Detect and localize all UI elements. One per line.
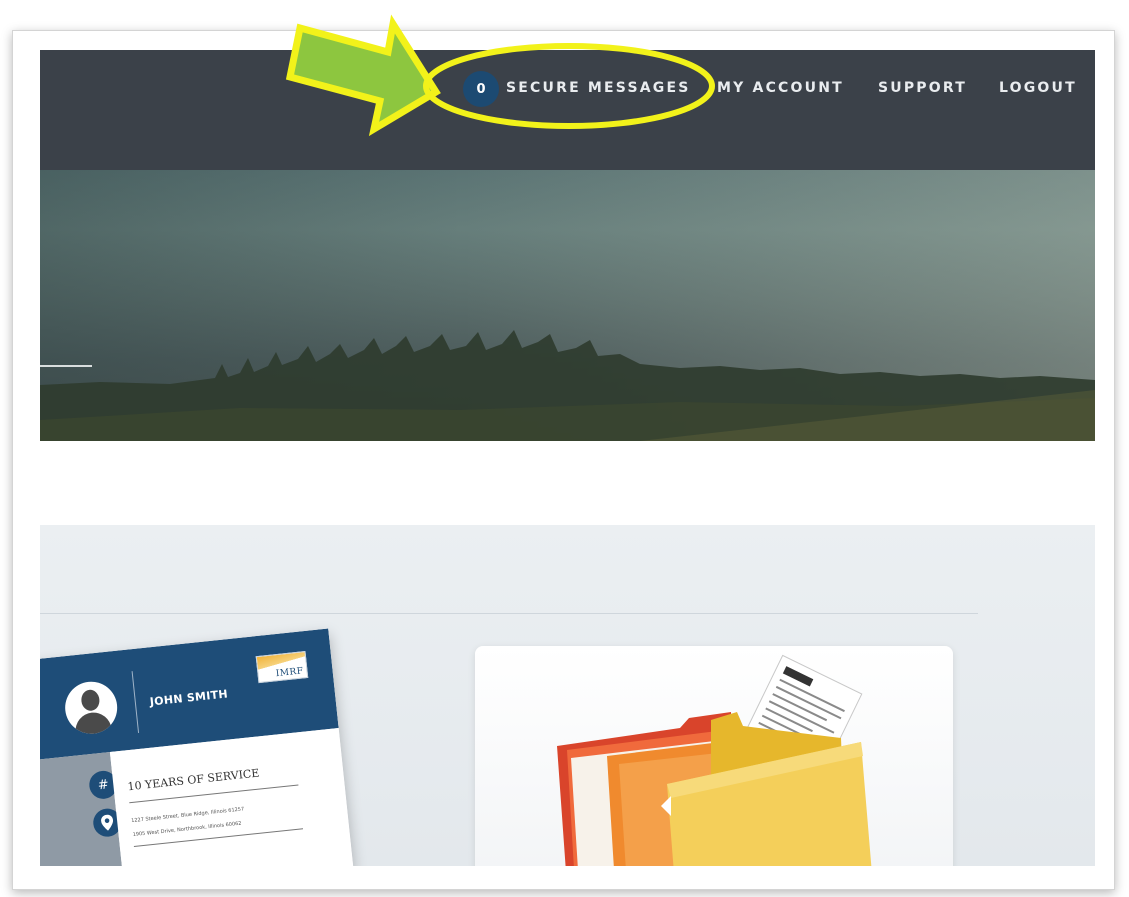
top-navigation-bar: 0 SECURE MESSAGES MY ACCOUNT SUPPORT LOG… [40, 50, 1095, 170]
years-of-service: 10 YEARS OF SERVICE [126, 766, 260, 794]
nav-support[interactable]: SUPPORT [878, 78, 967, 98]
folder-documents-icon [557, 654, 872, 866]
member-name: JOHN SMITH [149, 687, 229, 709]
nav-secure-messages[interactable]: SECURE MESSAGES [506, 78, 691, 98]
card-details: 10 YEARS OF SERVICE 1227 Steele Street, … [109, 727, 354, 866]
member-id-card-image[interactable]: JOHN SMITH IMRF # 10 YEARS OF SERVICE 12… [40, 628, 354, 866]
nav-logout[interactable]: LOGOUT [999, 78, 1077, 98]
treeline-silhouette [40, 330, 1095, 441]
hero-banner [40, 170, 1095, 441]
imrf-logo-text: IMRF [275, 666, 305, 680]
section-divider [40, 613, 978, 614]
imrf-logo: IMRF [255, 651, 309, 684]
user-silhouette-icon [62, 679, 120, 737]
hero-accent-line [40, 365, 92, 367]
secure-messages-count-badge[interactable]: 0 [463, 71, 499, 107]
card-header-divider [131, 671, 140, 733]
content-section: JOHN SMITH IMRF # 10 YEARS OF SERVICE 12… [40, 525, 1095, 866]
documents-tile[interactable] [475, 646, 953, 866]
nav-my-account[interactable]: MY ACCOUNT [717, 78, 844, 98]
browser-viewport: 0 SECURE MESSAGES MY ACCOUNT SUPPORT LOG… [40, 50, 1095, 866]
